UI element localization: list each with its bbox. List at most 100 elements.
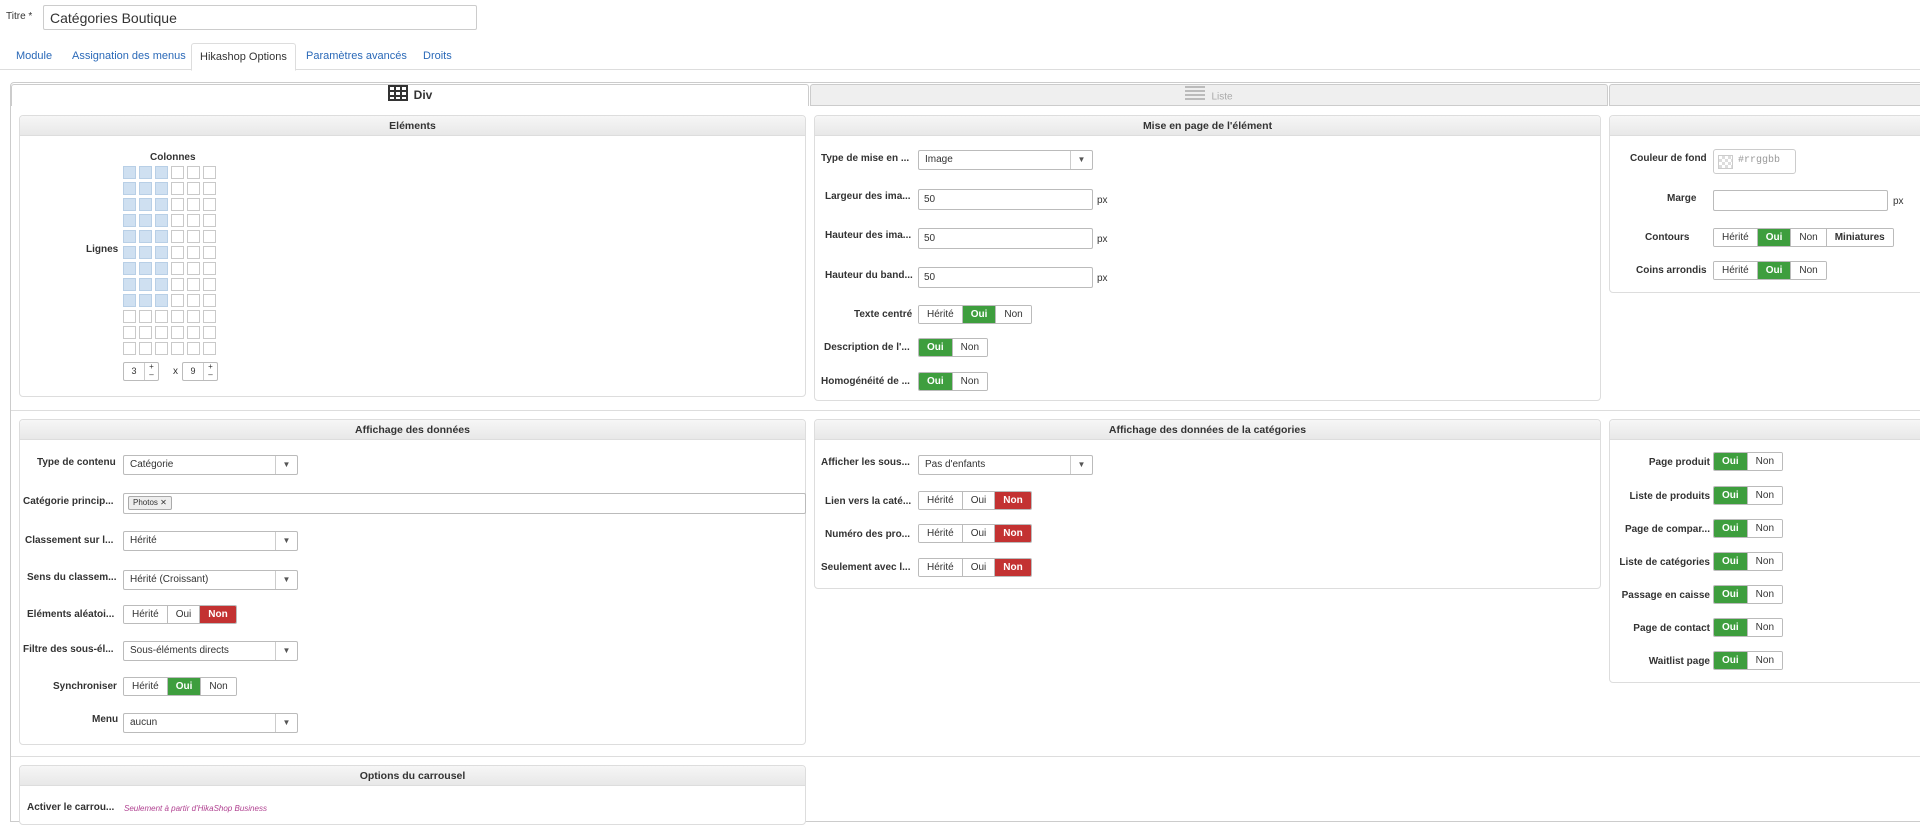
grid-cell[interactable]: [139, 310, 152, 323]
texte-centre-toggle[interactable]: Hérité Oui Non: [918, 305, 1032, 324]
grid-cell[interactable]: [139, 198, 152, 211]
grid-cell[interactable]: [139, 166, 152, 179]
passage-caisse-toggle[interactable]: Oui Non: [1713, 585, 1784, 604]
non-button[interactable]: Non: [995, 492, 1031, 509]
layout-tab-liste[interactable]: Liste: [810, 84, 1608, 106]
grid-cell[interactable]: [139, 342, 152, 355]
grid-cell[interactable]: [155, 294, 168, 307]
grid-cell[interactable]: [139, 294, 152, 307]
grid-cell[interactable]: [203, 166, 216, 179]
oui-button[interactable]: Oui: [962, 525, 996, 542]
grid-cell[interactable]: [139, 262, 152, 275]
grid-cell[interactable]: [139, 246, 152, 259]
non-button[interactable]: Non: [201, 678, 236, 695]
grid-cell[interactable]: [187, 214, 200, 227]
grid-cell[interactable]: [123, 278, 136, 291]
type-mise-en-page-select[interactable]: Image ▼: [918, 150, 1093, 170]
classement-select[interactable]: Hérité ▼: [123, 531, 298, 551]
seulement-avec-toggle[interactable]: Hérité Oui Non: [918, 558, 1032, 577]
grid-cell[interactable]: [203, 246, 216, 259]
grid-cell[interactable]: [187, 246, 200, 259]
largeur-input[interactable]: 50: [918, 189, 1093, 210]
grid-cell[interactable]: [123, 198, 136, 211]
type-contenu-select[interactable]: Catégorie ▼: [123, 455, 298, 475]
grid-cell[interactable]: [139, 182, 152, 195]
couleur-fond-input[interactable]: #rrggbb: [1713, 149, 1796, 174]
grid-cell[interactable]: [187, 310, 200, 323]
synchroniser-toggle[interactable]: Hérité Oui Non: [123, 677, 237, 696]
oui-button[interactable]: Oui: [1757, 229, 1792, 246]
minus-icon[interactable]: –: [204, 371, 217, 379]
oui-button[interactable]: Oui: [1714, 520, 1748, 537]
grid-cell[interactable]: [155, 310, 168, 323]
numero-produits-toggle[interactable]: Hérité Oui Non: [918, 524, 1032, 543]
menu-select[interactable]: aucun ▼: [123, 713, 298, 733]
grid-cell[interactable]: [203, 230, 216, 243]
waitlist-page-toggle[interactable]: Oui Non: [1713, 651, 1784, 670]
filtre-sous-elements-select[interactable]: Sous-éléments directs ▼: [123, 641, 298, 661]
grid-cell[interactable]: [203, 262, 216, 275]
liste-categories-toggle[interactable]: Oui Non: [1713, 552, 1784, 571]
grid-cell[interactable]: [187, 326, 200, 339]
oui-button[interactable]: Oui: [962, 559, 996, 576]
layout-tab-third[interactable]: [1609, 84, 1920, 106]
grid-cell[interactable]: [139, 230, 152, 243]
page-contact-toggle[interactable]: Oui Non: [1713, 618, 1784, 637]
oui-button[interactable]: Oui: [1714, 553, 1748, 570]
bandeau-input[interactable]: 50: [918, 267, 1093, 288]
grid-cell[interactable]: [123, 246, 136, 259]
grid-cell[interactable]: [187, 230, 200, 243]
non-button[interactable]: Non: [995, 559, 1031, 576]
grid-cell[interactable]: [171, 310, 184, 323]
non-button[interactable]: Non: [1747, 586, 1783, 603]
afficher-sous-select[interactable]: Pas d'enfants ▼: [918, 455, 1093, 475]
grid-cell[interactable]: [187, 342, 200, 355]
non-button[interactable]: Non: [952, 339, 988, 356]
grid-cell[interactable]: [203, 278, 216, 291]
grid-cell[interactable]: [155, 214, 168, 227]
marge-input[interactable]: [1713, 190, 1888, 211]
grid-cell[interactable]: [171, 182, 184, 195]
non-button[interactable]: Non: [996, 306, 1031, 323]
rows-stepper[interactable]: 9 + –: [182, 362, 218, 381]
grid-cell[interactable]: [187, 198, 200, 211]
herite-button[interactable]: Hérité: [1714, 262, 1758, 279]
herite-button[interactable]: Hérité: [124, 678, 168, 695]
grid-cell[interactable]: [171, 166, 184, 179]
non-button[interactable]: Non: [995, 525, 1031, 542]
grid-cell[interactable]: [139, 214, 152, 227]
homogeneite-toggle[interactable]: Oui Non: [918, 372, 989, 391]
grid-cell[interactable]: [155, 342, 168, 355]
oui-button[interactable]: Oui: [962, 492, 996, 509]
non-button[interactable]: Non: [1791, 262, 1826, 279]
grid-cell[interactable]: [171, 230, 184, 243]
grid-cell[interactable]: [123, 166, 136, 179]
layout-tab-div[interactable]: Div: [11, 84, 809, 106]
oui-button[interactable]: Oui: [919, 373, 953, 390]
oui-button[interactable]: Oui: [1714, 652, 1748, 669]
grid-cell[interactable]: [203, 342, 216, 355]
grid-cell[interactable]: [187, 294, 200, 307]
non-button[interactable]: Non: [1747, 652, 1783, 669]
oui-button[interactable]: Oui: [1714, 453, 1748, 470]
coins-arrondis-toggle[interactable]: Hérité Oui Non: [1713, 261, 1827, 280]
grid-cell[interactable]: [155, 198, 168, 211]
grid-cell[interactable]: [139, 326, 152, 339]
grid-cell[interactable]: [139, 278, 152, 291]
grid-cell[interactable]: [123, 342, 136, 355]
grid-cell[interactable]: [123, 326, 136, 339]
page-produit-toggle[interactable]: Oui Non: [1713, 452, 1784, 471]
grid-cell[interactable]: [155, 182, 168, 195]
grid-cell[interactable]: [155, 230, 168, 243]
grid-cell[interactable]: [171, 198, 184, 211]
grid-cell[interactable]: [187, 278, 200, 291]
grid-cell[interactable]: [171, 342, 184, 355]
non-button[interactable]: Non: [200, 606, 236, 623]
grid-cell[interactable]: [123, 182, 136, 195]
description-toggle[interactable]: Oui Non: [918, 338, 989, 357]
non-button[interactable]: Non: [952, 373, 988, 390]
grid-cell[interactable]: [123, 230, 136, 243]
page-comparaison-toggle[interactable]: Oui Non: [1713, 519, 1784, 538]
grid-cell[interactable]: [155, 246, 168, 259]
herite-button[interactable]: Hérité: [124, 606, 168, 623]
